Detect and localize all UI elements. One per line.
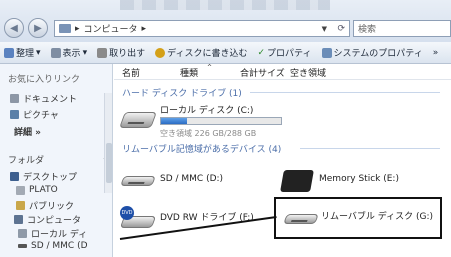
tree-public-label: パブリック [29,202,75,212]
hard-drive-icon [18,229,27,238]
pictures-icon [10,110,19,119]
group-removable-divider [300,148,440,149]
eject-label: 取り出す [109,49,146,59]
group-hdd-divider [250,92,440,93]
folders-header[interactable]: フォルダ [8,153,44,166]
tree-sd-label: SD / MMC (D [31,241,88,251]
forward-arrow-icon: ▶ [34,22,42,34]
organize-icon [4,47,14,58]
column-type[interactable]: 種類 [180,66,198,80]
dropdown-arrow-icon[interactable]: ▼ [322,25,327,33]
view-button[interactable]: 表示 ▾ [50,46,87,59]
burn-button[interactable]: ディスクに書き込む [155,46,247,59]
group-removable-title[interactable]: リムーバブル記憶域があるデバイス (4) [122,142,281,155]
forward-button[interactable]: ▶ [28,18,48,38]
nav-documents[interactable]: ドキュメント [10,92,77,105]
local-disk-usage-bar [160,117,282,125]
scroll-thumb[interactable] [106,143,112,183]
check-icon: ✓ [257,47,266,58]
burn-label: ディスクに書き込む [167,49,248,59]
system-icon [321,47,332,58]
local-disk-free-text: 空き領域 226 GB/288 GB [160,129,257,138]
column-total-size[interactable]: 合計サイズ [240,66,285,80]
sort-arrow-icon: ^ [207,64,213,71]
view-icon [50,47,61,58]
folder-icon [16,201,25,210]
tree-plato-label: PLATO [29,185,58,195]
nav-scrollbar[interactable] [104,93,112,193]
back-arrow-icon: ◀ [10,22,18,34]
tree-computer[interactable]: コンピュータ [14,213,81,226]
computer-icon [14,215,23,224]
toolbar: 整理 ▾ 表示 ▾ 取り出す ディスクに書き込む ✓ プロパティ システムのプロパティ… [0,42,451,64]
tree-desktop-label: デスクトップ [23,173,78,183]
tree-local-disk[interactable]: ローカル ディ [18,227,87,240]
column-name[interactable]: 名前 [122,66,140,80]
nav-pictures[interactable]: ピクチャ [10,108,59,121]
blurred-title [120,0,330,10]
dvd-badge-icon: DVD [120,206,134,220]
tree-plato[interactable]: PLATO [16,185,58,195]
removable-drive-icon [18,244,27,248]
computer-icon [59,24,71,33]
system-properties-button[interactable]: システムのプロパティ [321,46,423,59]
more-button[interactable]: » [433,48,439,58]
local-disk-icon [119,112,157,128]
system-properties-label: システムのプロパティ [333,49,423,59]
address-area: ◀ ▶ ▸ コンピュータ ▸ ▼ ⟳ 検索 [0,0,451,42]
tree-desktop[interactable]: デスクトップ [10,170,77,183]
tree-local-disk-label: ローカル ディ [31,230,88,240]
documents-icon [10,94,19,103]
organize-button[interactable]: 整理 ▾ [4,46,41,59]
favorites-header: お気に入りリンク [8,75,81,85]
breadcrumb-sep-icon: ▸ [75,23,80,34]
memory-stick-icon [280,170,314,192]
sd-drive-label[interactable]: SD / MMC (D:) [160,174,223,184]
tree-computer-label: コンピュータ [27,216,82,226]
nav-pictures-label: ピクチャ [23,111,59,121]
view-label: 表示 [62,49,81,59]
user-folder-icon [16,185,25,195]
breadcrumb-sep-icon: ▸ [141,23,147,34]
burn-icon [155,47,166,58]
search-placeholder: 検索 [358,25,377,35]
sd-drive-icon [120,176,156,186]
tree-public[interactable]: パブリック [16,199,74,212]
column-free-space[interactable]: 空き領域 [290,66,326,80]
nav-more-link[interactable]: 詳細 » [14,125,41,138]
tree-sd[interactable]: SD / MMC (D [18,241,88,251]
organize-label: 整理 [16,49,35,59]
highlight-box [274,197,442,239]
local-disk-usage-fill [161,118,188,124]
desktop-icon [10,172,19,181]
group-hdd-title[interactable]: ハード ディスク ドライブ (1) [122,86,242,99]
address-bar[interactable]: ▸ コンピュータ ▸ ▼ ⟳ [54,20,350,37]
properties-button[interactable]: ✓ プロパティ [257,46,312,60]
properties-label: プロパティ [267,49,312,59]
nav-documents-label: ドキュメント [23,95,78,105]
eject-button[interactable]: 取り出す [97,46,145,59]
memory-stick-label[interactable]: Memory Stick (E:) [319,174,399,184]
search-field[interactable]: 検索 [353,20,451,37]
refresh-icon[interactable]: ⟳ [337,24,345,34]
eject-icon [97,47,108,58]
local-disk-label[interactable]: ローカル ディスク (C:) [160,103,253,116]
breadcrumb-computer[interactable]: コンピュータ [84,22,138,35]
back-button[interactable]: ◀ [4,18,24,38]
